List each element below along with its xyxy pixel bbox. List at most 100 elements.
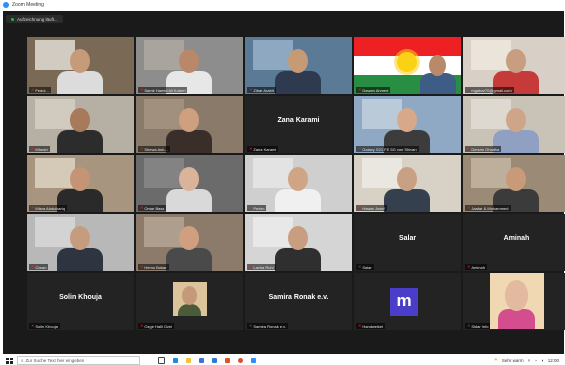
participant-tile[interactable]: ✕ Sidar Info xyxy=(463,273,565,330)
store-icon[interactable] xyxy=(199,358,204,363)
network-icon[interactable]: ◔ xyxy=(534,358,537,363)
participant-tile[interactable]: ✕ Mhedd xyxy=(27,96,134,153)
participant-tile[interactable]: ✕ Samir Hamid Ali Koberi xyxy=(136,37,243,94)
participant-name: Shewa Ash... xyxy=(144,146,168,152)
participant-tile[interactable]: ✕ mgahar70@gmail.com xyxy=(463,37,565,94)
participant-video xyxy=(136,155,243,212)
participant-tile[interactable]: Samira Ronak e.v. ✕ Samira Ronak e.v. xyxy=(245,273,352,330)
participant-name-label: ✕ mgahar70@gmail.com xyxy=(465,87,514,93)
participant-tile[interactable]: Solin Khouja ✕ Solin Khouja xyxy=(27,273,134,330)
person-head xyxy=(288,49,308,73)
video-background xyxy=(253,158,293,188)
video-background xyxy=(362,99,402,129)
task-view-icon[interactable] xyxy=(158,357,165,364)
taskbar-search-input[interactable]: ⌕ Zur Suche Text hier eingeben xyxy=(17,356,140,365)
clock[interactable]: 12:00 xyxy=(548,358,559,363)
microphone-muted-icon: ✕ xyxy=(249,87,253,92)
person-head xyxy=(288,226,308,250)
participant-tile[interactable]: ✕ Ciwan xyxy=(27,214,134,271)
participant-video xyxy=(27,96,134,153)
chrome-icon[interactable] xyxy=(238,358,243,363)
participant-tile[interactable]: ✕ Jaafar & Mohammed xyxy=(463,155,565,212)
microphone-muted-icon: ✕ xyxy=(140,264,144,269)
participant-name: Solin Khouja xyxy=(35,323,58,329)
participant-tile[interactable]: ✕ Hemo Bokar xyxy=(136,214,243,271)
participant-tile[interactable]: ✕ Misra Abdulkariq xyxy=(27,155,134,212)
participant-name: Omar Bass xyxy=(144,205,165,211)
microphone-muted-icon: ✕ xyxy=(358,323,362,328)
participant-name-label: ✕ Dersim Ghadha xyxy=(465,146,502,152)
person-head xyxy=(506,49,526,73)
office-icon[interactable] xyxy=(225,358,230,363)
zoom-taskbar-icon[interactable] xyxy=(251,358,256,363)
person-body xyxy=(275,248,321,271)
tray-weather-text: Sehr warm xyxy=(501,357,524,363)
participant-name-label: ✕ Handweikel xyxy=(356,323,386,329)
microphone-muted-icon: ✕ xyxy=(31,146,35,151)
person-head xyxy=(70,226,90,250)
participant-name-label: ✕ Lacha Ruhi xyxy=(247,264,276,270)
video-background xyxy=(471,40,511,70)
participant-tile[interactable]: Aminah ✕ Aminah xyxy=(463,214,565,271)
participant-name-label: ✕ Galaxy S21 FE 5G von Shivan xyxy=(356,146,419,152)
participant-video xyxy=(245,37,352,94)
person-head xyxy=(70,108,90,132)
microphone-muted-icon: ✕ xyxy=(467,323,471,328)
participant-name: Dawan Ahmed xyxy=(362,87,389,93)
participant-tile[interactable]: m ✕ Handweikel xyxy=(354,273,461,330)
microphone-muted-icon: ✕ xyxy=(358,146,362,151)
video-background xyxy=(35,99,75,129)
participant-tile[interactable]: ✕ Fedoi... xyxy=(27,37,134,94)
participant-tile[interactable]: ✕ Dawan Ahmed xyxy=(354,37,461,94)
person-head xyxy=(179,108,199,132)
windows-start-icon[interactable] xyxy=(6,357,13,364)
participant-name: Hawar Josef xyxy=(362,205,385,211)
participant-tile[interactable]: ✕ Dersim Ghadha xyxy=(463,96,565,153)
chevron-up-icon[interactable]: ˄ xyxy=(528,358,531,363)
participant-tile[interactable]: ✕ Pezim xyxy=(245,155,352,212)
video-background xyxy=(253,40,293,70)
search-placeholder: Zur Suche Text hier eingeben xyxy=(25,358,85,363)
participant-display-name: Samira Ronak e.v. xyxy=(268,294,329,301)
microphone-muted-icon: ✕ xyxy=(467,87,471,92)
participant-video xyxy=(463,155,565,212)
person-head xyxy=(429,55,446,76)
participant-video xyxy=(136,96,243,153)
person-body xyxy=(166,130,212,153)
microphone-muted-icon: ✕ xyxy=(31,87,35,92)
participant-tile[interactable]: ✕ Galaxy S21 FE 5G von Shivan xyxy=(354,96,461,153)
person-body xyxy=(57,71,103,94)
participant-tile[interactable]: Salar ✕ Salar xyxy=(354,214,461,271)
participant-tile[interactable]: ✕ Zibar Arabit xyxy=(245,37,352,94)
participant-tile[interactable]: ✕ Omar Bass xyxy=(136,155,243,212)
person-body xyxy=(497,309,536,329)
participant-tile[interactable]: ✕ Hawar Josef xyxy=(354,155,461,212)
participant-video xyxy=(354,155,461,212)
mail-icon[interactable] xyxy=(212,358,217,363)
microphone-muted-icon: ✕ xyxy=(467,264,471,269)
volume-icon[interactable]: ◖ xyxy=(541,358,544,363)
microphone-muted-icon: ✕ xyxy=(249,323,253,328)
participant-tile[interactable]: ✕ Lacha Ruhi xyxy=(245,214,352,271)
person-head xyxy=(397,108,417,132)
person-body xyxy=(177,304,202,316)
edge-icon[interactable] xyxy=(173,358,178,363)
participant-name-label: ✕ Omar Bass xyxy=(138,205,167,211)
person-head xyxy=(504,279,529,311)
participant-tile[interactable]: ✕ Shewa Ash... xyxy=(136,96,243,153)
video-background xyxy=(253,217,293,247)
recording-indicator[interactable]: Aufzeichnung läuft... xyxy=(6,15,63,23)
microphone-muted-icon: ✕ xyxy=(140,87,144,92)
participant-tile[interactable]: Zana Karami ✕ Zana Karami xyxy=(245,96,352,153)
file-explorer-icon[interactable] xyxy=(186,358,191,363)
participant-name: Samir Hamid Ali Koberi xyxy=(144,87,186,93)
participant-name-label: ✕ Aminah xyxy=(465,264,487,270)
participant-name: Pezim xyxy=(253,205,265,211)
participant-video xyxy=(245,155,352,212)
person-body xyxy=(166,189,212,212)
person-body xyxy=(275,189,321,212)
participant-tile[interactable]: ✕ Ozge Halil Ozel xyxy=(136,273,243,330)
meeting-area: Aufzeichnung läuft... ✕ Fedoi... ✕ Samir Ha… xyxy=(3,11,565,354)
window-title: Zoom Meeting xyxy=(12,2,44,8)
video-background xyxy=(471,99,511,129)
